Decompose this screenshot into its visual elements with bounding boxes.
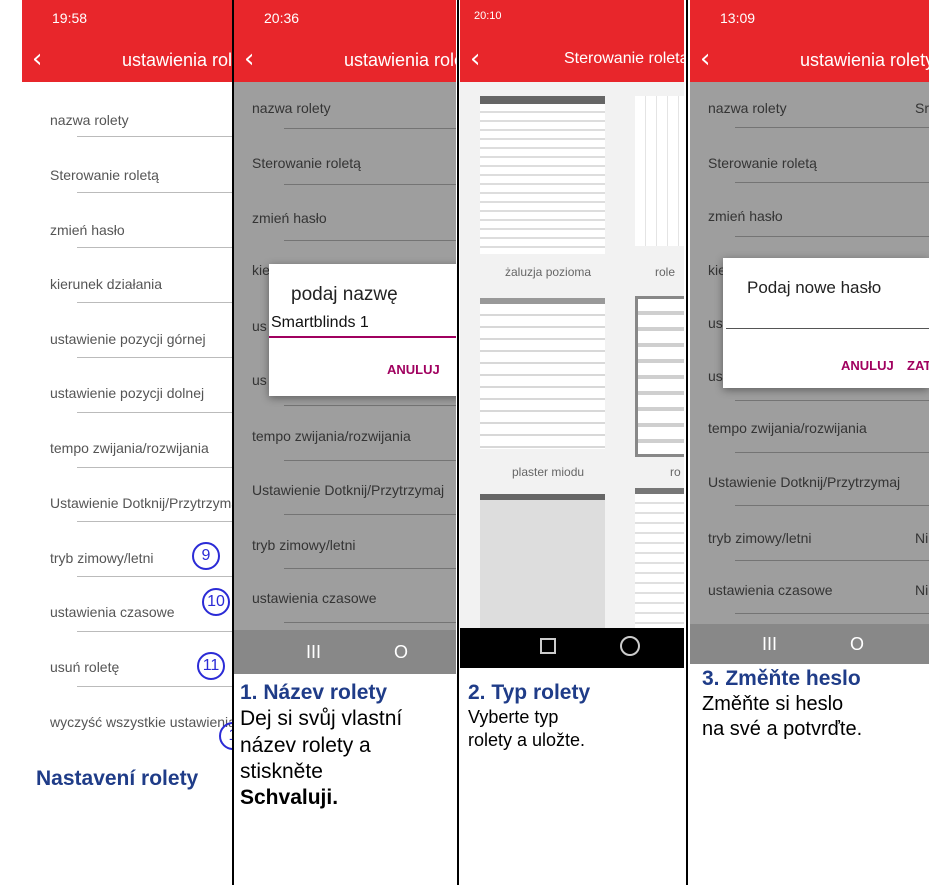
- setting-item[interactable]: tempo zwijania/rozwijania: [50, 440, 209, 456]
- blind-thumb[interactable]: [635, 96, 684, 246]
- setting-item[interactable]: usuń roletę: [50, 659, 119, 675]
- back-arrow-icon[interactable]: ‹: [32, 44, 42, 74]
- divider: [457, 0, 459, 885]
- caption-title: 1. Název rolety: [240, 681, 388, 704]
- cancel-button[interactable]: ANULUJ: [841, 358, 894, 373]
- status-time: 13:09: [720, 10, 756, 26]
- caption-text: Vyberte typ: [468, 707, 559, 728]
- annotation-number: 10: [202, 588, 230, 616]
- cancel-button[interactable]: ANULUJ: [387, 362, 440, 377]
- back-arrow-icon[interactable]: ‹: [700, 44, 710, 74]
- name-dialog: podaj nazwę Smartblinds 1 ANULUJ Z: [269, 264, 456, 396]
- setting-item[interactable]: Sterowanie roletą: [50, 167, 159, 183]
- blind-label: żaluzja pozioma: [505, 265, 592, 279]
- blind-thumb[interactable]: [635, 296, 684, 457]
- app-bar: ‹ ustawienia rolet: [234, 36, 456, 82]
- status-bar: 20:10: [460, 0, 684, 36]
- nav-bar: III O: [690, 624, 929, 664]
- setting-item[interactable]: wyczyść wszystkie ustawienia: [50, 714, 232, 730]
- panel-type: 20:10 ‹ Sterowanie roletą żaluzja poziom…: [460, 0, 684, 885]
- setting-item[interactable]: ustawienia czasowe: [50, 604, 175, 620]
- home-icon[interactable]: [620, 636, 640, 656]
- recent-apps-icon[interactable]: III: [762, 634, 777, 655]
- setting-item[interactable]: Ustawienie Dotknij/Przytrzymaj: [50, 495, 232, 511]
- blind-label: role: [655, 265, 676, 279]
- app-bar: ‹ ustawienia role: [22, 36, 232, 82]
- annotation-number: 11: [197, 652, 225, 680]
- status-bar: 19:58: [22, 0, 232, 36]
- blind-thumb[interactable]: [480, 298, 605, 449]
- caption-text: název rolety a: [240, 733, 371, 757]
- caption-bold: Schvaluji.: [240, 786, 339, 809]
- recent-apps-icon[interactable]: III: [306, 642, 321, 663]
- caption-text: Dej si svůj vlastní: [240, 707, 403, 731]
- blind-thumb[interactable]: [480, 96, 605, 254]
- nav-bar: III O: [234, 630, 456, 674]
- annotation-number: 9: [192, 542, 220, 570]
- app-bar: ‹ Sterowanie roletą: [460, 36, 684, 82]
- page-title: ustawienia rolety: [800, 50, 929, 70]
- caption-text: rolety a uložte.: [468, 729, 586, 750]
- caption-title: Nastavení rolety: [36, 767, 199, 790]
- back-arrow-icon[interactable]: ‹: [470, 44, 480, 74]
- dialog-title: Podaj nowe hasło: [747, 278, 882, 297]
- password-input[interactable]: [726, 328, 929, 329]
- caption-text: Změňte si heslo: [702, 693, 844, 716]
- setting-item[interactable]: ustawienie pozycji dolnej: [50, 385, 204, 401]
- status-time: 20:10: [474, 10, 502, 22]
- dialog-title: podaj nazwę: [291, 284, 398, 305]
- name-input[interactable]: Smartblinds 1: [271, 314, 369, 332]
- ok-button[interactable]: ZAT: [907, 358, 929, 373]
- caption-text: na své a potvrďte.: [702, 718, 863, 741]
- password-dialog: Podaj nowe hasło ANULUJ ZAT: [723, 258, 929, 388]
- page-title: ustawienia rolet: [344, 50, 456, 70]
- back-arrow-icon[interactable]: ‹: [244, 44, 254, 74]
- blind-label: ro: [670, 465, 681, 479]
- caption-title: 3. Změňte heslo: [702, 667, 861, 690]
- home-icon[interactable]: O: [850, 634, 864, 655]
- divider: [232, 0, 234, 885]
- setting-item[interactable]: tryb zimowy/letni: [50, 550, 153, 566]
- status-time: 19:58: [52, 10, 88, 26]
- caption-text: stiskněte: [240, 759, 323, 783]
- page-title: ustawienia role: [122, 50, 232, 70]
- panel-settings: 19:58 ‹ ustawienia role nazwa rolety Ste…: [22, 0, 232, 885]
- recent-apps-icon[interactable]: [540, 638, 556, 654]
- panel-password: 13:09 ‹ ustawienia rolety nazwa rolety S…: [690, 0, 929, 885]
- divider: [686, 0, 688, 885]
- page-title: Sterowanie roletą: [564, 50, 684, 67]
- status-time: 20:36: [264, 10, 300, 26]
- setting-item[interactable]: kierunek działania: [50, 276, 162, 292]
- setting-item[interactable]: zmień hasło: [50, 222, 125, 238]
- caption-title: 2. Typ rolety: [468, 681, 591, 704]
- panel-name: 20:36 ‹ ustawienia rolet nazwa rolety St…: [234, 0, 456, 885]
- app-bar: ‹ ustawienia rolety: [690, 36, 929, 82]
- blind-label: plaster miodu: [512, 465, 585, 479]
- status-bar: 20:36: [234, 0, 456, 36]
- nav-bar: [460, 628, 684, 668]
- blind-thumb[interactable]: [480, 494, 605, 635]
- blind-thumb[interactable]: [635, 488, 684, 634]
- setting-item[interactable]: nazwa rolety: [50, 112, 129, 128]
- home-icon[interactable]: O: [394, 642, 408, 663]
- status-bar: 13:09: [690, 0, 929, 36]
- setting-item[interactable]: ustawienie pozycji górnej: [50, 331, 206, 347]
